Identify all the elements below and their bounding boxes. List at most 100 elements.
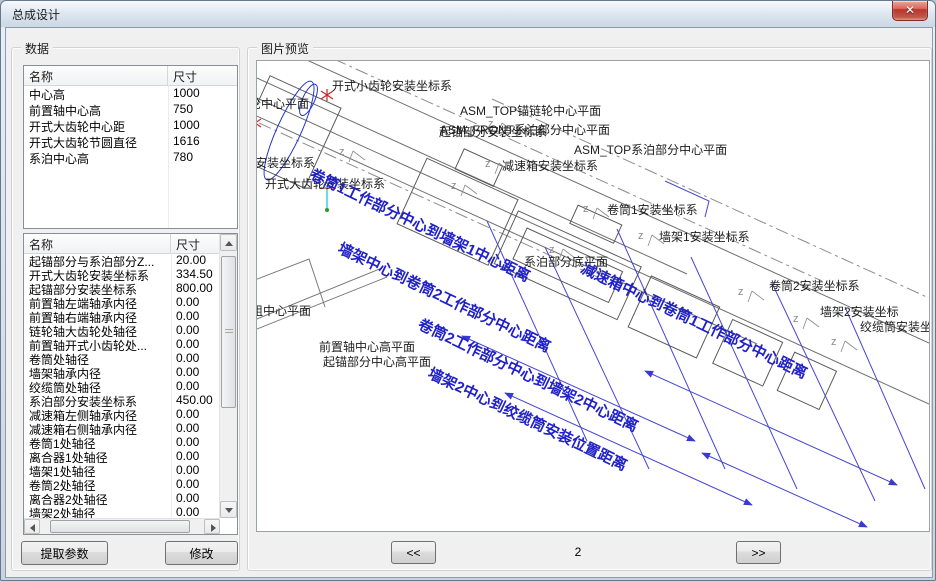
table-row[interactable]: 起锚部分与系泊部分Z...20.00 xyxy=(24,253,220,267)
dialog-window: 总成设计 ✕ 数据 名称 尺寸 中心高1000前置轴中心高750开式大齿轮中心距… xyxy=(0,0,936,581)
table-row[interactable]: 墙架轴承内径0.00 xyxy=(24,365,220,379)
table-row[interactable]: 系泊部分安装坐标系450.00 xyxy=(24,393,220,407)
cell-size: 0.00 xyxy=(171,407,220,421)
table-row[interactable]: 墙架1处轴径0.00 xyxy=(24,463,220,477)
cell-name: 离合器2处轴径 xyxy=(24,491,171,505)
column-header-name[interactable]: 名称 xyxy=(24,234,171,253)
table-row[interactable]: 前置轴中心高750 xyxy=(24,102,237,118)
cell-name: 前置轴左端轴承内径 xyxy=(24,295,171,309)
preview-annotation: ASM_TOP系泊部分中心平面 xyxy=(574,143,727,157)
preview-annotation: 墙架2安装坐标 xyxy=(820,305,899,319)
params-table-top[interactable]: 名称 尺寸 中心高1000前置轴中心高750开式大齿轮中心距1000开式大齿轮节… xyxy=(23,65,238,229)
vertical-scrollbar[interactable] xyxy=(219,234,237,518)
svg-text:z: z xyxy=(485,158,491,170)
dialog-client-area: 数据 名称 尺寸 中心高1000前置轴中心高750开式大齿轮中心距1000开式大… xyxy=(5,27,933,578)
svg-text:z: z xyxy=(583,203,589,215)
table-row[interactable]: 卷筒1处轴径0.00 xyxy=(24,435,220,449)
table-row[interactable]: 绞缆筒处轴径0.00 xyxy=(24,379,220,393)
scroll-down-button[interactable] xyxy=(220,501,237,518)
titlebar[interactable]: 总成设计 ✕ xyxy=(1,1,935,27)
cell-size: 0.00 xyxy=(171,323,220,337)
table-header[interactable]: 名称 尺寸 xyxy=(24,234,237,254)
preview-group-label: 图片预览 xyxy=(257,40,313,57)
cell-name: 卷筒1处轴径 xyxy=(24,435,171,449)
table-row[interactable]: 卷筒处轴径0.00 xyxy=(24,351,220,365)
svg-text:z: z xyxy=(638,230,644,242)
cell-size: 0.00 xyxy=(171,295,220,309)
scroll-right-button[interactable] xyxy=(204,519,220,534)
cell-name: 墙架2处轴径 xyxy=(24,505,171,518)
cell-size: 750 xyxy=(168,102,237,118)
cell-size: 1616 xyxy=(168,134,237,150)
table-row[interactable]: 中心高1000 xyxy=(24,86,237,102)
column-header-size[interactable]: 尺寸 xyxy=(171,234,220,253)
cell-size: 0.00 xyxy=(171,491,220,505)
close-button[interactable]: ✕ xyxy=(892,1,928,21)
horizontal-scroll-thumb[interactable] xyxy=(50,520,190,533)
svg-text:z: z xyxy=(831,336,837,348)
table-row[interactable]: 前置轴左端轴承内径0.00 xyxy=(24,295,220,309)
modify-button[interactable]: 修改 xyxy=(165,541,238,565)
table-row[interactable]: 墙架2处轴径0.00 xyxy=(24,505,220,518)
table-row[interactable]: 卷筒2处轴径0.00 xyxy=(24,477,220,491)
cell-size: 780 xyxy=(168,150,237,166)
close-icon: ✕ xyxy=(905,3,915,17)
triangle-left-icon xyxy=(30,524,35,532)
table-row[interactable]: 减速箱左侧轴承内径0.00 xyxy=(24,407,220,421)
cell-size: 0.00 xyxy=(171,309,220,323)
cell-size: 20.00 xyxy=(171,253,220,267)
cell-name: 开式大齿轮节圆直径 xyxy=(24,134,168,150)
preview-group: 图片预览 xyxy=(247,47,932,571)
cell-name: 系泊部分安装坐标系 xyxy=(24,393,171,407)
preview-annotation: 绞缆筒安装坐标系 xyxy=(860,320,930,334)
table-row[interactable]: 链轮轴大齿轮处轴径0.00 xyxy=(24,323,220,337)
next-page-button[interactable]: >> xyxy=(736,541,781,564)
cell-size: 0.00 xyxy=(171,435,220,449)
svg-text:z: z xyxy=(793,313,799,325)
svg-text:z: z xyxy=(451,180,457,192)
preview-annotation: 组中心平面 xyxy=(256,304,311,318)
preview-annotation: 开式小齿轮安装坐标系 xyxy=(332,79,452,93)
extract-params-button[interactable]: 提取参数 xyxy=(21,541,108,565)
preview-annotation: 卷筒2安装坐标系 xyxy=(769,279,860,293)
column-separator xyxy=(168,85,169,228)
cell-name: 中心高 xyxy=(24,86,168,102)
preview-annotation: 起锚部分安装坐标系 xyxy=(439,125,547,139)
column-header-name[interactable]: 名称 xyxy=(24,66,168,85)
cell-name: 墙架1处轴径 xyxy=(24,463,171,477)
cell-name: 墙架轴承内径 xyxy=(24,365,171,379)
prev-page-button[interactable]: << xyxy=(391,541,436,564)
cell-size: 0.00 xyxy=(171,379,220,393)
svg-text:z: z xyxy=(339,146,345,158)
table-body: 起锚部分与系泊部分Z...20.00开式大齿轮安装坐标系334.50起锚部分安装… xyxy=(24,253,220,518)
vertical-scroll-thumb[interactable] xyxy=(221,256,236,408)
cell-size: 0.00 xyxy=(171,337,220,351)
triangle-right-icon xyxy=(211,524,216,532)
table-header[interactable]: 名称 尺寸 xyxy=(24,66,237,86)
preview-annotation: 墙架1安装坐标系 xyxy=(659,230,750,244)
horizontal-scrollbar[interactable] xyxy=(24,518,220,534)
cell-size: 0.00 xyxy=(171,477,220,491)
triangle-up-icon xyxy=(225,241,233,246)
table-row[interactable]: 前置轴右端轴承内径0.00 xyxy=(24,309,220,323)
table-row[interactable]: 起锚部分安装坐标系800.00 xyxy=(24,281,220,295)
cell-size: 0.00 xyxy=(171,365,220,379)
preview-annotation: 卷筒1安装坐标系 xyxy=(607,203,698,217)
scroll-up-button[interactable] xyxy=(220,234,237,251)
table-row[interactable]: 开式大齿轮安装坐标系334.50 xyxy=(24,267,220,281)
table-row[interactable]: 开式大齿轮节圆直径1616 xyxy=(24,134,237,150)
table-row[interactable]: 离合器1处轴径0.00 xyxy=(24,449,220,463)
column-header-size[interactable]: 尺寸 xyxy=(168,66,237,85)
cell-name: 起锚部分与系泊部分Z... xyxy=(24,253,171,267)
preview-annotation: 轮安装坐标系 xyxy=(256,156,315,170)
table-row[interactable]: 减速箱右侧轴承内径0.00 xyxy=(24,421,220,435)
params-table-bottom[interactable]: 名称 尺寸 起锚部分与系泊部分Z...20.00开式大齿轮安装坐标系334.50… xyxy=(23,233,238,535)
cell-name: 卷筒2处轴径 xyxy=(24,477,171,491)
table-row[interactable]: 前置轴开式小齿轮处...0.00 xyxy=(24,337,220,351)
scroll-left-button[interactable] xyxy=(24,519,40,534)
cell-size: 0.00 xyxy=(171,351,220,365)
table-row[interactable]: 系泊中心高780 xyxy=(24,150,237,166)
table-row[interactable]: 离合器2处轴径0.00 xyxy=(24,491,220,505)
table-row[interactable]: 开式大齿轮中心距1000 xyxy=(24,118,237,134)
preview-annotation: 减速箱安装坐标系 xyxy=(502,159,598,173)
